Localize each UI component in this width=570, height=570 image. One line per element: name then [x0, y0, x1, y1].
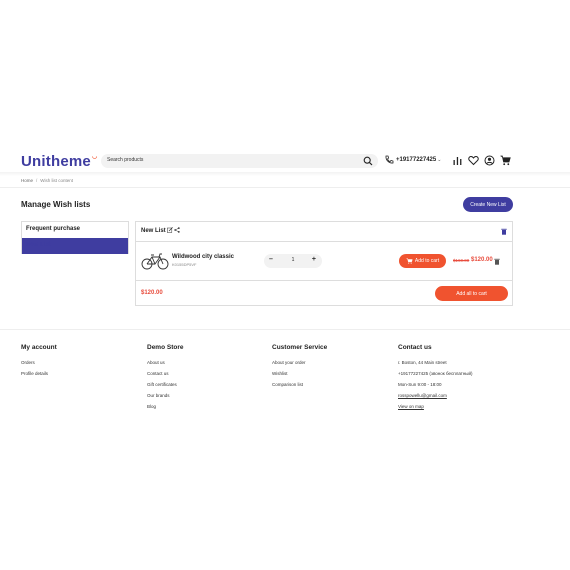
chart-icon[interactable]: [452, 155, 463, 166]
breadcrumb-current: Wish list content: [40, 178, 74, 183]
sidebar-item-frequent-purchase[interactable]: Frequent purchase: [22, 222, 128, 238]
footer-column-demo-store: Demo Store About us Contact us Gift cert…: [147, 344, 267, 412]
chevron-down-icon[interactable]: ⌄: [437, 157, 441, 163]
breadcrumb-separator: /: [36, 178, 38, 183]
footer-link-brands[interactable]: Our brands: [147, 390, 267, 401]
footer-link-comparison[interactable]: Comparison list: [272, 379, 392, 390]
footer-hours: Mon-Sun 9:00 - 18:00: [398, 382, 442, 387]
create-list-button[interactable]: Create New List: [463, 197, 513, 212]
remove-item-icon[interactable]: [494, 258, 500, 265]
divider: [136, 280, 512, 281]
search-icon[interactable]: [363, 156, 373, 166]
quantity-input[interactable]: 1: [288, 257, 298, 263]
wishlist-sidebar: Frequent purchase New List: [21, 221, 129, 254]
wishlist-panel: New List Wildwood city classic K0155DP5V…: [135, 221, 513, 306]
footer-heading: Customer Service: [272, 344, 328, 351]
product-name[interactable]: Wildwood city classic: [172, 254, 234, 260]
breadcrumb: Home / Wish list content: [21, 178, 73, 183]
decrease-quantity-button[interactable]: –: [269, 256, 273, 263]
phone-number[interactable]: +19177227425⌄: [396, 157, 441, 163]
footer-link-blog[interactable]: Blog: [147, 401, 267, 412]
cart-icon: [406, 258, 413, 264]
heart-icon[interactable]: [468, 155, 479, 166]
divider: [136, 241, 512, 242]
footer-link-profile[interactable]: Profile details: [21, 368, 141, 379]
old-price: $160.00: [453, 258, 470, 263]
cart-icon[interactable]: [500, 155, 511, 166]
edit-icon[interactable]: [167, 227, 173, 233]
list-name: New List: [141, 228, 166, 234]
bicycle-image[interactable]: [141, 251, 169, 271]
footer-address: г. Boston, 44 Main street: [398, 360, 447, 365]
logo-mark-icon: ◡: [91, 154, 98, 160]
logo[interactable]: Unitheme◡: [21, 153, 97, 170]
footer-link-wishlist[interactable]: Wishlist: [272, 368, 392, 379]
add-all-to-cart-button[interactable]: Add all to cart: [435, 286, 508, 301]
footer-link-orders[interactable]: Orders: [21, 357, 141, 368]
phone-icon: [385, 155, 394, 164]
add-to-cart-label: Add to cart: [414, 258, 440, 264]
add-to-cart-button[interactable]: Add to cart: [399, 254, 446, 268]
footer-link-gift-certificates[interactable]: Gift certificates: [147, 379, 267, 390]
footer-map-link[interactable]: View on map: [398, 401, 548, 412]
divider: [0, 187, 570, 188]
search-bar[interactable]: Search products: [101, 154, 378, 168]
footer-column-contact: Contact us г. Boston, 44 Main street +19…: [398, 344, 548, 412]
breadcrumb-home[interactable]: Home: [21, 178, 33, 183]
list-total: $120.00: [141, 290, 163, 296]
search-input[interactable]: Search products: [107, 157, 143, 163]
footer-link-about[interactable]: About us: [147, 357, 267, 368]
sidebar-item-new-list[interactable]: New List: [22, 238, 128, 254]
footer-heading: Demo Store: [147, 344, 184, 351]
page-title: Manage Wish lists: [21, 200, 91, 209]
footer-divider: [0, 329, 570, 330]
footer-link-contact[interactable]: Contact us: [147, 368, 267, 379]
footer-link-about-order[interactable]: About your order: [272, 357, 392, 368]
header-divider: [0, 172, 570, 176]
product-code: K0155DP5VF: [172, 262, 197, 267]
footer-heading: Contact us: [398, 344, 432, 351]
increase-quantity-button[interactable]: +: [312, 256, 316, 263]
footer-email-link[interactable]: rosspowellu@gmail.com: [398, 390, 548, 401]
delete-list-icon[interactable]: [501, 228, 507, 235]
share-icon[interactable]: [174, 227, 180, 233]
user-icon[interactable]: [484, 155, 495, 166]
current-price: $120.00: [471, 257, 493, 263]
quantity-stepper: – 1 +: [264, 254, 322, 268]
footer-column-customer-service: Customer Service About your order Wishli…: [272, 344, 392, 390]
footer-phone: +19177227425 (звонок бесплатный): [398, 371, 473, 376]
footer-column-my-account: My account Orders Profile details: [21, 344, 141, 379]
footer-heading: My account: [21, 344, 57, 351]
